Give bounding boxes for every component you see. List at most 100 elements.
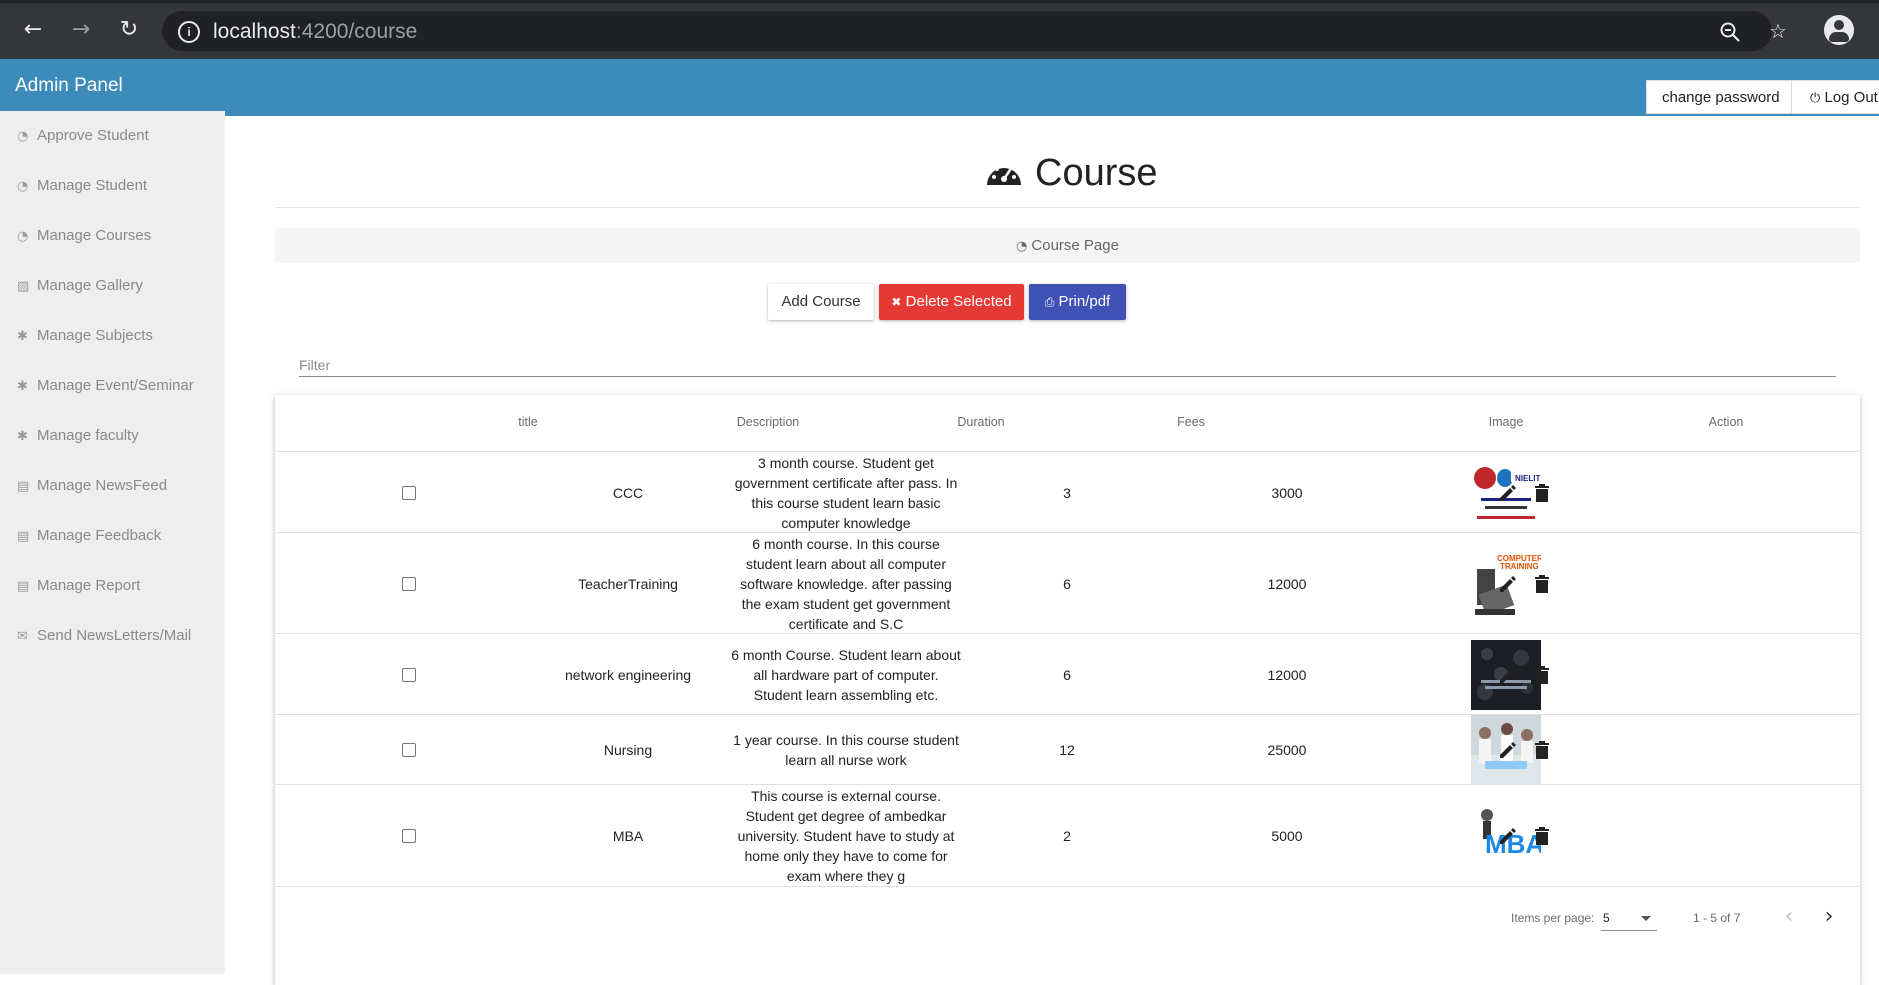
row-checkbox[interactable] [402, 485, 416, 500]
table-row: CCC 3 month course. Student get governme… [275, 451, 1860, 533]
page-range-label: 1 - 5 of 7 [1693, 911, 1741, 925]
add-course-button[interactable]: Add Course [768, 284, 874, 320]
delete-icon[interactable] [1531, 825, 1553, 847]
list-icon: ▤ [17, 529, 30, 544]
filter-input[interactable] [299, 354, 1836, 377]
sidebar-item-label: Manage NewsFeed [37, 477, 168, 494]
course-description: 3 month course. Student get government c… [734, 454, 958, 531]
course-fees: 12000 [1267, 666, 1307, 683]
sidebar-item-manage-student[interactable]: ◔ Manage Student [17, 177, 147, 194]
sidebar-item-send-newsletters[interactable]: ✉ Send NewsLetters/Mail [17, 627, 191, 644]
sidebar-item-label: Manage faculty [37, 427, 139, 444]
zoom-icon[interactable] [1718, 20, 1742, 44]
course-table: title Description Duration Fees Image Ac… [275, 395, 1860, 985]
course-title: network engineering [564, 666, 692, 683]
sidebar-item-manage-courses[interactable]: ◔ Manage Courses [17, 227, 151, 244]
back-arrow-icon[interactable]: ← [19, 16, 47, 44]
sidebar-item-label: Send NewsLetters/Mail [37, 627, 192, 644]
delete-icon[interactable] [1531, 664, 1553, 686]
sidebar-item-manage-report[interactable]: ▤ Manage Report [17, 577, 140, 594]
gear-icon: ✱ [17, 379, 28, 394]
sidebar-item-manage-feedback[interactable]: ▤ Manage Feedback [17, 527, 161, 544]
delete-selected-label: Delete Selected [905, 293, 1012, 310]
dashboard-icon: ◔ [17, 179, 29, 194]
column-header-description[interactable]: Description [737, 415, 800, 429]
column-header-action: Action [1708, 415, 1744, 429]
course-duration: 6 [1063, 575, 1071, 592]
sidebar: ◔ Approve Student ◔ Manage Student ◔ Manage… [0, 111, 225, 974]
logout-label: Log Out [1824, 89, 1878, 106]
printer-icon: ⎙ [1044, 295, 1055, 309]
previous-page-icon[interactable]: ‹ [1774, 902, 1804, 932]
edit-icon[interactable] [1497, 573, 1519, 595]
brand-title: Admin Panel [15, 75, 123, 96]
logout-button[interactable]: ⏻ Log Out [1791, 80, 1879, 114]
power-icon: ⏻ [1810, 91, 1821, 106]
course-duration: 2 [1063, 827, 1071, 844]
print-pdf-label: Prin/pdf [1058, 293, 1111, 310]
items-per-page-label: Items per page: [1511, 911, 1595, 925]
sidebar-item-label: Manage Gallery [37, 277, 143, 294]
delete-icon[interactable] [1531, 482, 1553, 504]
change-password-button[interactable]: change password [1646, 80, 1796, 114]
envelope-icon: ✉ [17, 629, 28, 644]
picture-icon: ▧ [17, 279, 30, 294]
address-bar[interactable]: i localhost:4200/course [162, 11, 1772, 51]
edit-icon[interactable] [1497, 825, 1519, 847]
sidebar-item-manage-event[interactable]: ✱ Manage Event/Seminar [17, 377, 194, 394]
page-title-text: Course [1035, 152, 1158, 194]
forward-arrow-icon[interactable]: → [67, 16, 95, 44]
page-size-select[interactable]: 5 [1601, 904, 1657, 931]
course-title: TeacherTraining [578, 575, 678, 592]
print-pdf-button[interactable]: ⎙ Prin/pdf [1029, 284, 1126, 320]
course-title: Nursing [603, 742, 653, 758]
gear-icon: ✱ [17, 429, 28, 444]
course-description: 6 month Course. Student learn about all … [731, 646, 961, 703]
sidebar-item-manage-subjects[interactable]: ✱ Manage Subjects [17, 327, 153, 344]
profile-avatar-icon[interactable] [1824, 15, 1854, 45]
browser-toolbar: ← → ↻ i localhost:4200/course ☆ [0, 0, 1879, 59]
breadcrumb-text: Course Page [1031, 237, 1119, 254]
site-info-icon[interactable]: i [178, 21, 200, 43]
sidebar-item-label: Manage Courses [37, 227, 152, 244]
column-header-duration[interactable]: Duration [957, 415, 1004, 429]
edit-icon[interactable] [1497, 664, 1519, 686]
sidebar-item-manage-gallery[interactable]: ▧ Manage Gallery [17, 277, 143, 294]
reload-icon[interactable]: ↻ [115, 16, 143, 44]
row-checkbox[interactable] [402, 828, 416, 843]
course-duration: 3 [1063, 484, 1071, 501]
url-host: localhost [213, 20, 296, 43]
sidebar-item-label: Manage Student [37, 177, 148, 194]
app-header: Admin Panel [0, 59, 1879, 116]
dropdown-arrow-icon [1641, 916, 1651, 921]
row-checkbox[interactable] [402, 576, 416, 591]
sidebar-item-label: Manage Subjects [37, 327, 153, 344]
table-row: MBA This course is external course. Stud… [275, 784, 1860, 887]
course-fees: 3000 [1271, 484, 1303, 501]
column-header-fees[interactable]: Fees [1177, 415, 1205, 429]
row-checkbox[interactable] [402, 743, 416, 757]
edit-icon[interactable] [1497, 482, 1519, 504]
sidebar-item-approve-student[interactable]: ◔ Approve Student [17, 127, 149, 144]
delete-selected-button[interactable]: ✖ Delete Selected [879, 284, 1024, 320]
course-fees: 5000 [1271, 827, 1303, 844]
close-icon: ✖ [891, 295, 902, 309]
bookmark-star-icon[interactable]: ☆ [1766, 19, 1790, 43]
sidebar-item-manage-newsfeed[interactable]: ▤ Manage NewsFeed [17, 477, 167, 494]
next-page-icon[interactable]: › [1814, 902, 1844, 932]
dashboard-icon: ◔ [1016, 239, 1028, 254]
url-text[interactable]: localhost:4200/course [213, 20, 417, 44]
course-fees: 25000 [1267, 742, 1307, 758]
course-fees: 12000 [1267, 575, 1307, 592]
dashboard-icon [985, 154, 1025, 186]
table-row: network engineering 6 month Course. Stud… [275, 633, 1860, 715]
sidebar-item-manage-faculty[interactable]: ✱ Manage faculty [17, 427, 139, 444]
column-header-title[interactable]: title [518, 415, 537, 429]
delete-icon[interactable] [1531, 573, 1553, 595]
row-checkbox[interactable] [402, 667, 416, 682]
edit-icon[interactable] [1497, 739, 1519, 761]
url-path: :4200/course [295, 20, 418, 43]
page-size-value: 5 [1603, 911, 1610, 925]
sidebar-item-label: Manage Feedback [37, 527, 162, 544]
delete-icon[interactable] [1531, 739, 1553, 761]
